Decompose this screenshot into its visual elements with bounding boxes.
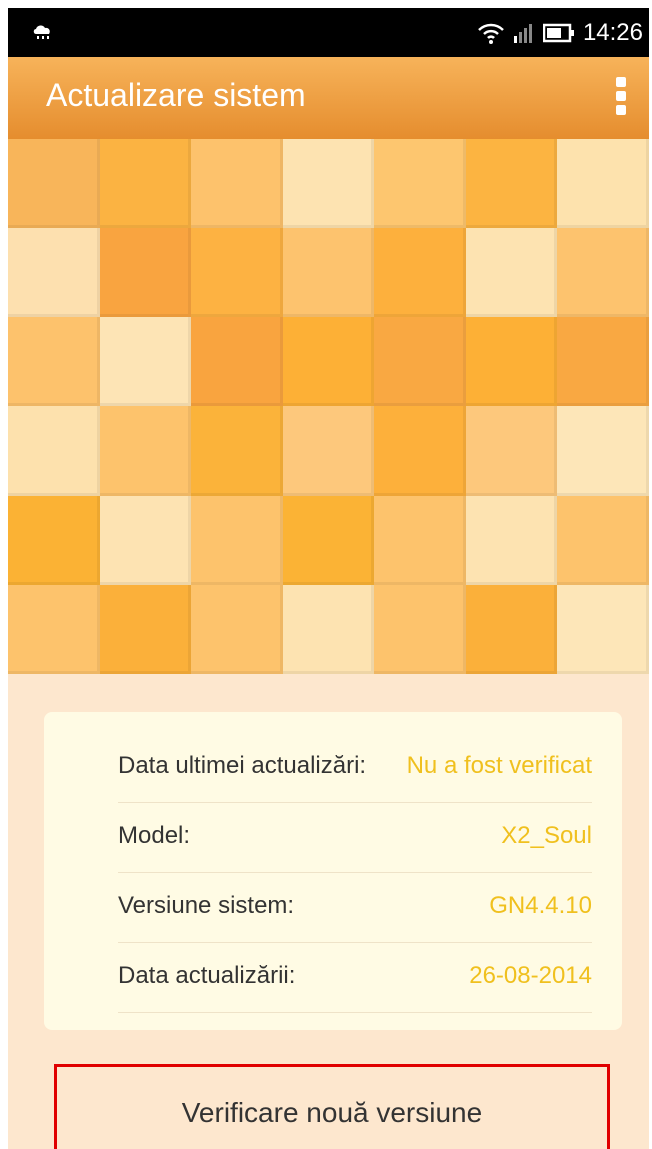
mosaic-tile (8, 406, 100, 496)
status-icons: 14:26 (477, 8, 643, 57)
mosaic-tile (557, 317, 649, 407)
info-label: Data actualizării: (118, 962, 296, 989)
header-mosaic (8, 139, 649, 674)
signal-icon (513, 23, 532, 43)
mosaic-tile (191, 495, 283, 585)
mosaic-tile (191, 406, 283, 496)
info-value: 26-08-2014 (469, 962, 592, 989)
status-bar: 14:26 (8, 8, 649, 57)
mosaic-tile (191, 228, 283, 318)
mosaic-tile (8, 495, 100, 585)
mosaic-tile (557, 139, 649, 229)
check-new-version-button[interactable]: Verificare nouă versiune (54, 1064, 610, 1149)
info-label: Versiune sistem: (118, 892, 295, 919)
info-label: Data ultimei actualizări: (118, 752, 367, 779)
mosaic-tile (99, 228, 192, 318)
info-row-system-version: Versiune sistem: GN4.4.10 (118, 872, 592, 943)
info-value: GN4.4.10 (489, 892, 592, 919)
mosaic-tile (99, 495, 192, 585)
mosaic-tile (465, 139, 558, 229)
mosaic-tile (557, 584, 649, 674)
mosaic-tile (374, 139, 466, 229)
page-title: Actualizare sistem (46, 77, 306, 113)
info-value: X2_Soul (501, 822, 592, 849)
mosaic-tile (191, 584, 283, 674)
mosaic-tile (282, 584, 375, 674)
info-row-model: Model: X2_Soul (118, 802, 592, 873)
mosaic-tile (282, 495, 375, 585)
info-label: Model: (118, 822, 191, 849)
mosaic-tile (465, 406, 558, 496)
mosaic-tile (557, 228, 649, 318)
info-row-update-date: Data actualizării: 26-08-2014 (118, 942, 592, 1013)
mosaic-tile (282, 139, 375, 229)
mosaic-tile (465, 495, 558, 585)
mosaic-tile (8, 228, 100, 318)
wifi-icon (478, 23, 504, 44)
info-value: Nu a fost verificat (406, 752, 592, 779)
mosaic-tile (374, 406, 466, 496)
mosaic-tile (557, 495, 649, 585)
mosaic-tile (99, 317, 192, 407)
mosaic-tile (99, 406, 192, 496)
weather-cloud-icon (33, 25, 50, 39)
battery-icon (542, 23, 574, 42)
mosaic-tile (465, 317, 558, 407)
mosaic-tile (282, 317, 375, 407)
mosaic-tile (465, 584, 558, 674)
mosaic-tile (465, 228, 558, 318)
mosaic-tile (282, 228, 375, 318)
mosaic-tile (374, 495, 466, 585)
check-new-version-label: Verificare nouă versiune (181, 1097, 483, 1128)
mosaic-tile (374, 584, 466, 674)
mosaic-tile (191, 317, 283, 407)
mosaic-tile (282, 406, 375, 496)
mosaic-tile (557, 406, 649, 496)
mosaic-tile (99, 584, 192, 674)
mosaic-tile (191, 139, 283, 229)
mosaic-tile (8, 317, 100, 407)
mosaic-tile (8, 584, 100, 674)
mosaic-tile (8, 139, 100, 229)
system-info-card: Data ultimei actualizări: Nu a fost veri… (44, 712, 622, 1030)
status-time: 14:26 (582, 18, 643, 46)
info-row-last-update: Data ultimei actualizări: Nu a fost veri… (118, 732, 592, 803)
mosaic-tile (99, 139, 192, 229)
app-bar: Actualizare sistem (8, 57, 649, 139)
mosaic-tile (374, 228, 466, 318)
mosaic-tile (374, 317, 466, 407)
overflow-menu-icon[interactable] (615, 77, 627, 115)
content-area: Data ultimei actualizări: Nu a fost veri… (8, 674, 649, 1149)
